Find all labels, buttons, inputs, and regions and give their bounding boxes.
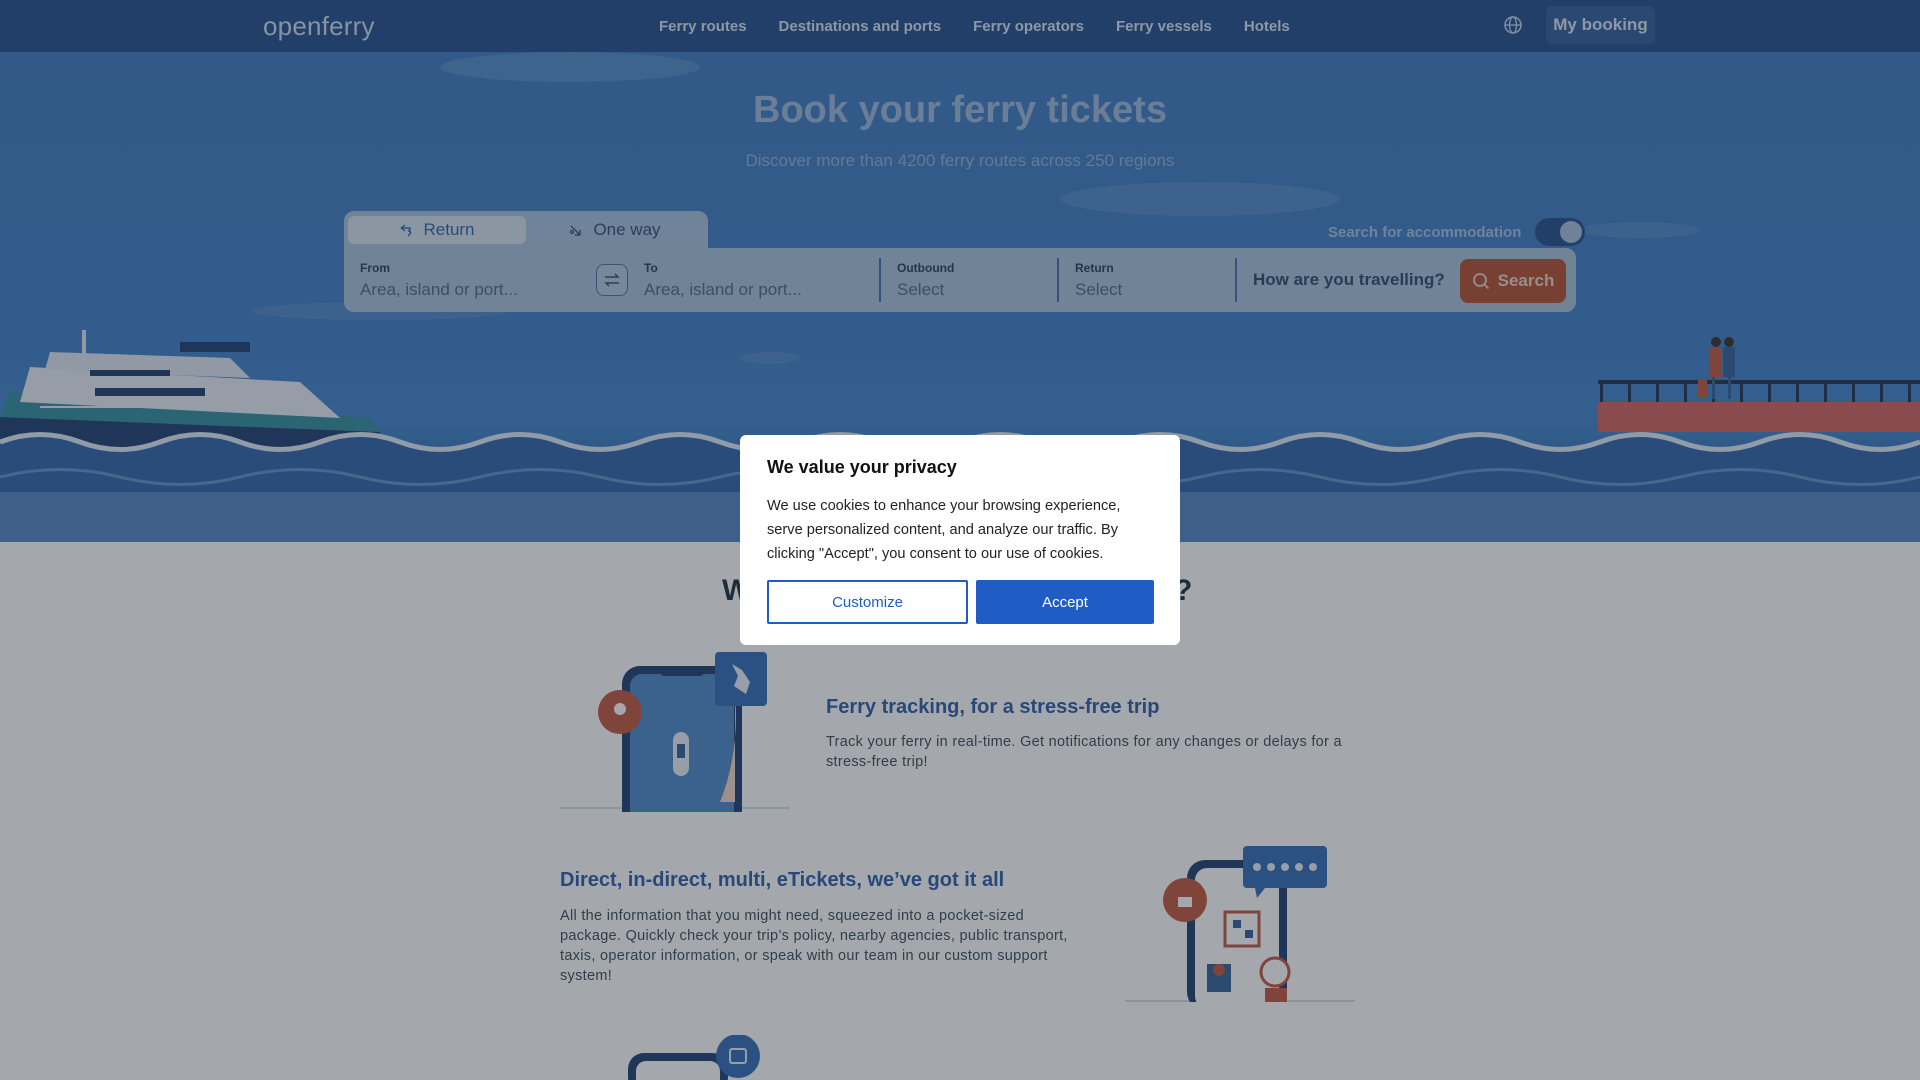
cookie-dialog-text: We use cookies to enhance your browsing … <box>767 498 1121 562</box>
cookie-dialog-buttons: Customize Accept <box>767 580 1154 624</box>
accept-button[interactable]: Accept <box>976 580 1154 624</box>
cookie-dialog-title: We value your privacy <box>767 457 957 477</box>
cookie-consent-dialog: We value your privacy We use cookies to … <box>740 435 1180 645</box>
customize-button[interactable]: Customize <box>767 580 968 624</box>
